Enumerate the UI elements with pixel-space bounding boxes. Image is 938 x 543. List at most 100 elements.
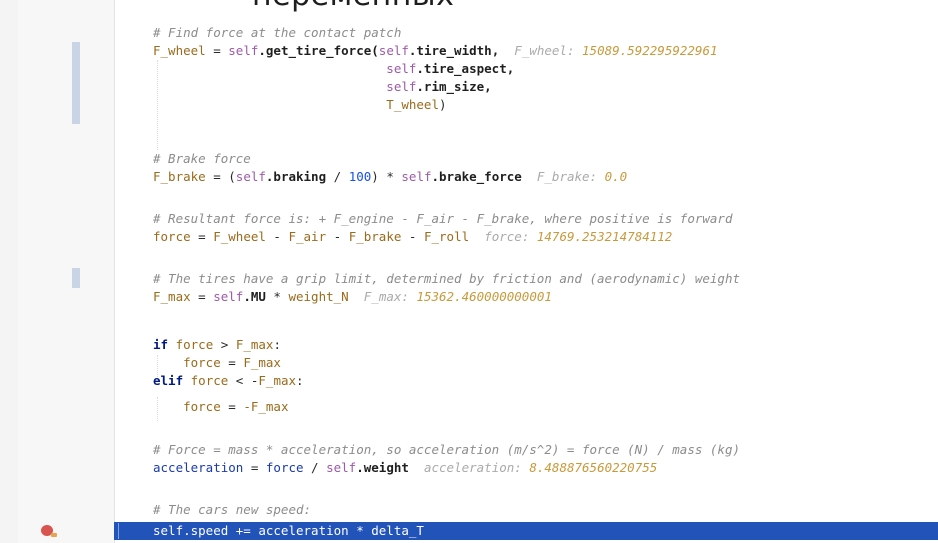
code-line[interactable]: if force > F_max: [153,336,281,354]
operator: ) [438,97,447,112]
variable: F_roll [423,229,470,244]
attribute: .tire_aspect, [416,61,515,76]
code-line[interactable]: F_brake = (self.braking / 100) * self.br… [153,168,627,186]
self-keyword: self [386,79,417,94]
variable: force [183,355,221,370]
variable: F_wheel [153,43,206,58]
execution-point-icon [51,533,57,537]
editor-gutter[interactable] [18,0,115,543]
attribute: .brake_force [431,169,522,184]
operator: / [326,169,349,184]
operator: = [220,399,244,414]
code-line[interactable]: force = F_max [153,354,281,372]
variable: force [183,399,221,414]
window-left-edge [0,0,18,543]
attribute: .rim_size, [416,79,492,94]
operator: = [205,43,229,58]
variable: F_max [258,373,297,388]
variable: force [153,229,191,244]
code-line[interactable]: F_max = self.MU * weight_N F_max: 15362.… [153,288,552,306]
inline-value: 8.488876560220755 [529,460,658,475]
operator: = ( [205,169,236,184]
inline-value: 15362.460000000001 [416,289,552,304]
overlay-caption: переменных [252,0,454,13]
comment: # Force = mass * acceleration, so accele… [153,442,740,457]
self-keyword: self [228,43,259,58]
variable: F_brake [153,169,206,184]
self-keyword: self [213,289,244,304]
variable: force [175,337,214,352]
inline-value-label: force: [484,229,530,244]
variable: weight_N [288,289,349,304]
code-line[interactable]: self.tire_aspect, [153,60,514,78]
operator: = [243,460,266,475]
operator: = [190,289,214,304]
variable: F_max [153,289,191,304]
code-line[interactable]: # The tires have a grip limit, determine… [153,270,740,288]
variable: -F_max [243,399,289,414]
variable: F_max [243,355,281,370]
code-line[interactable]: F_wheel = self.get_tire_force(self.tire_… [153,42,718,60]
code-line[interactable]: force = -F_max [153,398,288,416]
self-keyword: self [235,169,266,184]
comment: # The cars new speed: [153,502,312,517]
code-line[interactable]: # Force = mass * acceleration, so accele… [153,441,740,459]
operator: - [265,229,289,244]
operator: > [213,337,236,352]
operator: ) * [371,169,402,184]
operator: : [273,337,281,352]
operator: - [401,229,424,244]
code-line-current[interactable]: self.speed += acceleration * delta_T [153,522,424,540]
code-line[interactable]: elif force < -F_max: [153,372,304,390]
attribute: .weight [356,460,409,475]
method-call: .get_tire_force( [258,43,379,58]
variable: F_wheel [213,229,266,244]
number: 100 [348,169,372,184]
inline-value-label: acceleration: [423,460,522,475]
self-keyword: self [386,61,417,76]
operator: < - [228,373,259,388]
variable: force [265,460,304,475]
attribute: .tire_width, [408,43,500,58]
inline-value-label: F_max: [363,289,409,304]
code-line[interactable]: acceleration = force / self.weight accel… [153,459,657,477]
inline-value: 0.0 [604,169,628,184]
operator: : [296,373,304,388]
operator: = [220,355,244,370]
self-keyword: self [401,169,432,184]
operator: * [265,289,289,304]
variable: force [190,373,229,388]
operator: = [190,229,214,244]
current-line-text: self.speed += acceleration * delta_T [153,523,424,538]
comment: # Brake force [153,151,251,166]
keyword: if [153,337,169,352]
keyword: elif [153,373,184,388]
inline-value-label: F_wheel: [514,43,575,58]
inline-value-label: F_brake: [536,169,598,184]
comment: # The tires have a grip limit, determine… [153,271,740,286]
code-line[interactable]: # Find force at the contact patch [153,24,401,42]
inline-value: 15089.592295922961 [582,43,718,58]
operator: - [326,229,349,244]
variable: acceleration [153,460,244,475]
attribute: .braking [265,169,327,184]
variable: F_max [235,337,274,352]
variable: F_brake [348,229,402,244]
code-line[interactable]: T_wheel) [153,96,447,114]
vcs-change-marker[interactable] [72,268,80,288]
code-line[interactable]: # Brake force [153,150,251,168]
caret-marker [118,523,119,539]
comment: # Find force at the contact patch [153,25,402,40]
code-line[interactable]: self.rim_size, [153,78,492,96]
code-line[interactable]: # The cars new speed: [153,501,311,519]
self-keyword: self [326,460,357,475]
code-line[interactable]: force = F_wheel - F_air - F_brake - F_ro… [153,228,672,246]
variable: F_air [288,229,327,244]
code-line[interactable]: # Resultant force is: + F_engine - F_air… [153,210,732,228]
self-keyword: self [378,43,409,58]
vcs-change-marker[interactable] [72,42,80,124]
attribute: .MU [243,289,266,304]
inline-value: 14769.253214784112 [536,229,673,244]
comment: # Resultant force is: + F_engine - F_air… [153,211,733,226]
variable: T_wheel [386,97,439,112]
